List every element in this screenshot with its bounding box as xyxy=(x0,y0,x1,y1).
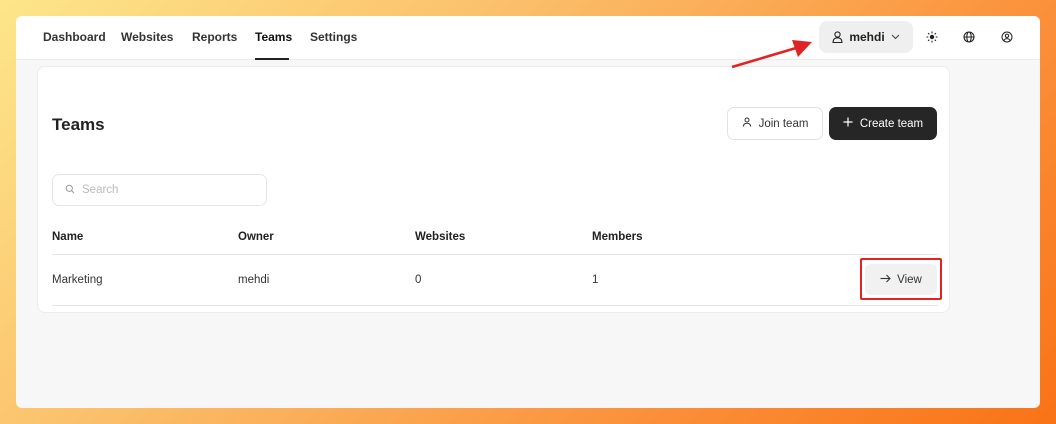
sun-icon[interactable] xyxy=(923,28,941,46)
team-name-cell: Marketing xyxy=(52,274,103,286)
column-header-websites: Websites xyxy=(415,231,466,243)
column-header-owner: Owner xyxy=(238,231,274,243)
join-team-button[interactable]: Join team xyxy=(727,107,823,140)
user-menu-button[interactable]: mehdi xyxy=(819,21,913,53)
app-window: Dashboard Websites Reports Teams Setting… xyxy=(16,16,1040,408)
user-icon xyxy=(832,31,843,43)
nav-teams[interactable]: Teams xyxy=(255,30,292,44)
nav-dashboard[interactable]: Dashboard xyxy=(43,30,106,44)
nav-reports[interactable]: Reports xyxy=(192,30,237,44)
page-title: Teams xyxy=(52,115,105,134)
active-tab-indicator xyxy=(255,58,289,60)
table-row-divider xyxy=(52,305,938,306)
user-icon xyxy=(742,117,752,130)
annotation-arrow-icon xyxy=(731,40,812,69)
chevron-down-icon xyxy=(891,34,900,40)
nav-settings[interactable]: Settings xyxy=(310,30,357,44)
plus-icon xyxy=(843,117,853,130)
team-websites-cell: 0 xyxy=(415,274,422,286)
profile-icon[interactable] xyxy=(998,28,1016,46)
team-owner-cell: mehdi xyxy=(238,274,270,286)
teams-card: Teams Join team Create team Name Owner W… xyxy=(37,66,950,313)
table-header-divider xyxy=(52,254,938,255)
create-team-label: Create team xyxy=(859,117,924,130)
team-members-cell: 1 xyxy=(592,274,599,286)
column-header-members: Members xyxy=(592,231,643,243)
join-team-label: Join team xyxy=(758,117,809,130)
top-navigation-bar: Dashboard Websites Reports Teams Setting… xyxy=(16,16,1040,60)
annotation-highlight-box xyxy=(860,258,942,300)
username-label: mehdi xyxy=(849,30,885,44)
globe-icon[interactable] xyxy=(960,28,978,46)
search-icon xyxy=(65,181,75,199)
nav-websites[interactable]: Websites xyxy=(121,30,173,44)
create-team-button[interactable]: Create team xyxy=(829,107,937,140)
column-header-name: Name xyxy=(52,231,84,243)
search-field[interactable] xyxy=(52,174,267,206)
search-input[interactable] xyxy=(82,184,252,196)
